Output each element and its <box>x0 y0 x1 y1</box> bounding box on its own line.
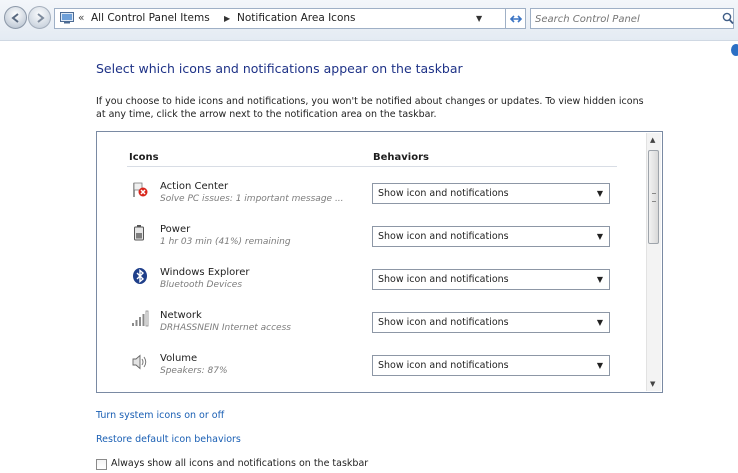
network-signal-icon <box>132 310 149 327</box>
list-item-name: Windows Explorer <box>160 267 250 278</box>
forward-arrow-icon <box>37 13 45 23</box>
list-item-status: Solve PC issues: 1 important message ... <box>160 194 344 204</box>
list-item: Volume Speakers: 87% Show icon and notif… <box>97 353 645 395</box>
scrollbar-thumb[interactable] <box>648 150 659 244</box>
page-title: Select which icons and notifications app… <box>96 61 463 76</box>
grip-icon <box>652 193 656 202</box>
list-item-name: Volume <box>160 353 198 364</box>
checkbox-label[interactable]: Always show all icons and notifications … <box>111 458 368 469</box>
control-panel-icon <box>60 12 74 24</box>
search-icon[interactable] <box>722 12 734 25</box>
vertical-scrollbar[interactable]: ▲ ▼ <box>646 133 661 391</box>
speaker-icon <box>132 354 147 370</box>
address-toolbar: « All Control Panel Items ▶ Notification… <box>0 0 738 41</box>
checkbox-box[interactable] <box>96 459 107 470</box>
list-item: Network DRHASSNEIN Internet access Show … <box>97 310 645 352</box>
page-description: If you choose to hide icons and notifica… <box>96 96 644 120</box>
breadcrumb-notification-area-icons[interactable]: Notification Area Icons <box>237 9 356 28</box>
back-arrow-icon <box>11 13 19 23</box>
back-button[interactable] <box>4 6 27 29</box>
breadcrumb-separator-icon[interactable]: ▶ <box>224 9 230 28</box>
bluetooth-icon <box>133 268 147 284</box>
address-bar[interactable]: « All Control Panel Items ▶ Notification… <box>54 8 506 29</box>
search-box[interactable] <box>530 8 734 29</box>
list-item-name: Power <box>160 224 191 235</box>
address-history-dropdown-icon[interactable]: ▼ <box>476 9 482 28</box>
list-item: Power 1 hr 03 min (41%) remaining Show i… <box>97 224 645 266</box>
breadcrumb-overflow-icon[interactable]: « <box>78 9 84 28</box>
refresh-icon <box>509 15 523 23</box>
header-divider <box>127 166 617 167</box>
chevron-down-icon: ▼ <box>596 232 603 241</box>
column-header-icons: Icons <box>129 152 159 163</box>
forward-button[interactable] <box>28 6 51 29</box>
list-item-name: Action Center <box>160 181 229 192</box>
chevron-down-icon: ▼ <box>596 361 603 370</box>
list-item-status: Bluetooth Devices <box>160 280 243 290</box>
behavior-dropdown-value: Show icon and notifications <box>378 274 509 285</box>
behavior-dropdown[interactable]: Show icon and notifications ▼ <box>372 226 610 247</box>
help-icon[interactable] <box>731 44 738 56</box>
notification-icons-list: Icons Behaviors Action Center Solve PC i… <box>96 131 663 393</box>
list-item-status: 1 hr 03 min (41%) remaining <box>160 237 291 247</box>
battery-icon <box>134 225 144 241</box>
search-input[interactable] <box>533 10 723 29</box>
breadcrumb-all-control-panel-items[interactable]: All Control Panel Items <box>91 9 210 28</box>
list-item-status: Speakers: 87% <box>160 366 228 376</box>
behavior-dropdown[interactable]: Show icon and notifications ▼ <box>372 183 610 204</box>
behavior-dropdown-value: Show icon and notifications <box>378 317 509 328</box>
restore-default-behaviors-link[interactable]: Restore default icon behaviors <box>96 434 241 445</box>
list-item-status: DRHASSNEIN Internet access <box>160 323 291 333</box>
chevron-down-icon: ▼ <box>596 275 603 284</box>
list-item-name: Network <box>160 310 202 321</box>
scroll-up-icon[interactable]: ▲ <box>650 136 655 144</box>
behavior-dropdown[interactable]: Show icon and notifications ▼ <box>372 269 610 290</box>
list-item: Action Center Solve PC issues: 1 importa… <box>97 181 645 223</box>
behavior-dropdown-value: Show icon and notifications <box>378 360 509 371</box>
behavior-dropdown-value: Show icon and notifications <box>378 188 509 199</box>
behavior-dropdown-value: Show icon and notifications <box>378 231 509 242</box>
chevron-down-icon: ▼ <box>596 318 603 327</box>
chevron-down-icon: ▼ <box>596 189 603 198</box>
turn-system-icons-link[interactable]: Turn system icons on or off <box>96 410 224 421</box>
action-center-flag-icon <box>133 182 148 197</box>
behavior-dropdown[interactable]: Show icon and notifications ▼ <box>372 355 610 376</box>
scroll-down-icon[interactable]: ▼ <box>650 380 655 388</box>
column-header-behaviors: Behaviors <box>373 152 429 163</box>
list-item: Windows Explorer Bluetooth Devices Show … <box>97 267 645 309</box>
behavior-dropdown[interactable]: Show icon and notifications ▼ <box>372 312 610 333</box>
refresh-button[interactable] <box>506 8 526 29</box>
